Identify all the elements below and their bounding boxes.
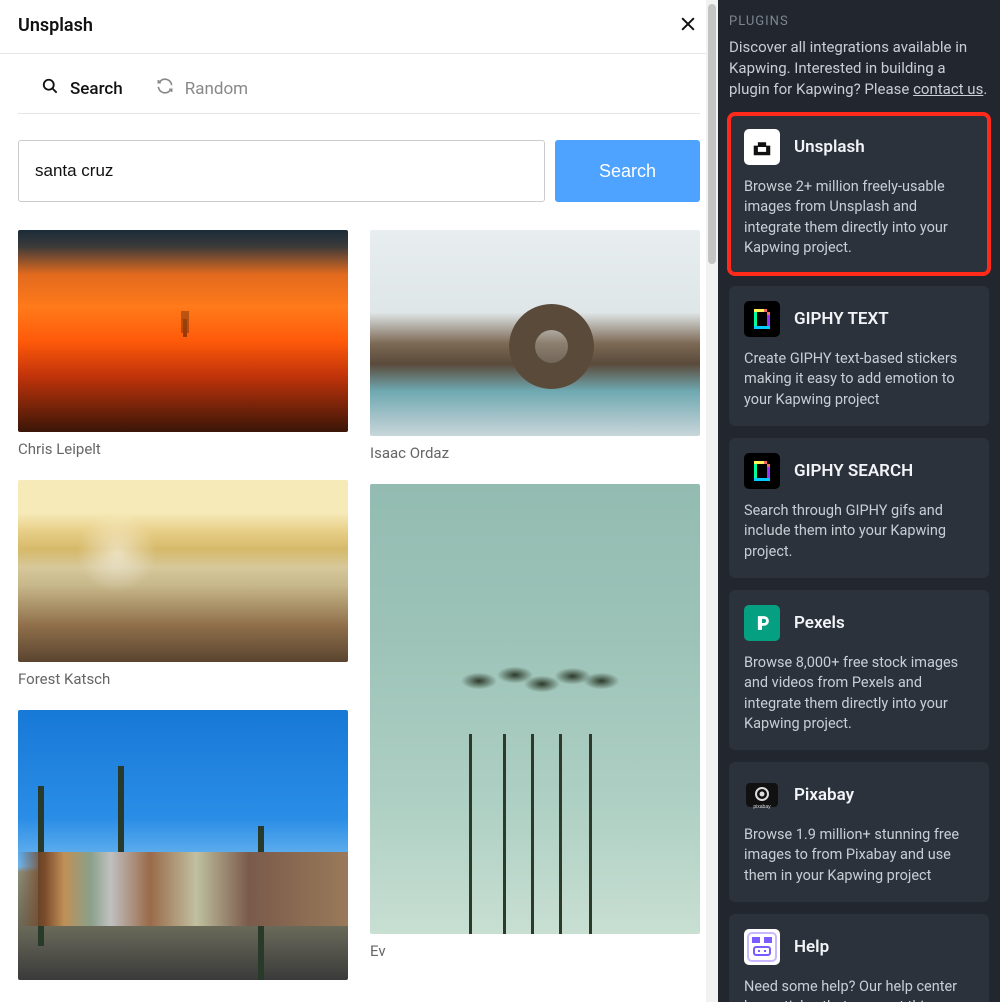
- unsplash-icon: [744, 129, 780, 165]
- panel-body: Search Random Search Chris Leipelt: [0, 54, 718, 1002]
- scrollbar[interactable]: [706, 0, 718, 1002]
- close-button[interactable]: [676, 12, 700, 39]
- result-author: Chris Leipelt: [18, 440, 348, 458]
- panel-header: Unsplash: [0, 0, 718, 54]
- plugin-description: Create GIPHY text-based stickers making …: [744, 349, 974, 410]
- plugin-card-giphy-text[interactable]: GIPHY TEXT Create GIPHY text-based stick…: [729, 286, 989, 426]
- result-thumbnail[interactable]: [18, 230, 348, 432]
- results-column-1: Chris Leipelt Forest Katsch: [18, 230, 348, 1002]
- plugin-card-unsplash[interactable]: Unsplash Browse 2+ million freely-usable…: [729, 114, 989, 274]
- result-author: Isaac Ordaz: [370, 444, 700, 462]
- results-column-2: Isaac Ordaz Ev: [370, 230, 700, 1002]
- result-author: Ev: [370, 942, 700, 960]
- result-item[interactable]: Isaac Ordaz: [370, 230, 700, 462]
- plugin-description: Browse 8,000+ free stock images and vide…: [744, 653, 974, 734]
- plugin-description: Browse 2+ million freely-usable images f…: [744, 177, 974, 258]
- panel-title: Unsplash: [18, 15, 93, 36]
- plugin-head: Help: [744, 929, 974, 965]
- plugin-head: Pexels: [744, 605, 974, 641]
- plugins-heading: PLUGINS: [729, 14, 989, 29]
- plugin-description: Search through GIPHY gifs and include th…: [744, 501, 974, 562]
- pixabay-icon: pixabay: [744, 777, 780, 813]
- pexels-icon: [744, 605, 780, 641]
- svg-text:pixabay: pixabay: [753, 804, 771, 810]
- plugin-name: GIPHY TEXT: [794, 309, 889, 329]
- tab-random-label: Random: [185, 79, 248, 99]
- tab-search[interactable]: Search: [40, 76, 123, 101]
- result-thumbnail[interactable]: [370, 484, 700, 934]
- scrollbar-thumb[interactable]: [708, 4, 716, 264]
- plugins-desc-suffix: .: [983, 80, 987, 98]
- result-item[interactable]: Ev: [370, 484, 700, 960]
- result-thumbnail[interactable]: [18, 710, 348, 980]
- plugin-head: GIPHY SEARCH: [744, 453, 974, 489]
- refresh-icon: [155, 76, 175, 101]
- plugin-name: Pixabay: [794, 785, 854, 805]
- plugin-description: Browse 1.9 million+ stunning free images…: [744, 825, 974, 886]
- tab-search-label: Search: [70, 79, 123, 99]
- plugins-description: Discover all integrations available in K…: [729, 37, 989, 100]
- result-item[interactable]: [18, 710, 348, 980]
- plugin-head: GIPHY TEXT: [744, 301, 974, 337]
- result-thumbnail[interactable]: [18, 480, 348, 662]
- result-item[interactable]: Chris Leipelt: [18, 230, 348, 458]
- results-grid: Chris Leipelt Forest Katsch Isaac Ordaz: [18, 230, 700, 1002]
- plugin-head: pixabay Pixabay: [744, 777, 974, 813]
- plugins-sidebar: PLUGINS Discover all integrations availa…: [718, 0, 1000, 1002]
- plugin-card-help[interactable]: Help Need some help? Our help center has…: [729, 914, 989, 1002]
- plugin-name: Unsplash: [794, 137, 865, 157]
- giphy-search-icon: [744, 453, 780, 489]
- plugin-description: Need some help? Our help center has arti…: [744, 977, 974, 1002]
- plugin-head: Unsplash: [744, 129, 974, 165]
- result-item[interactable]: Forest Katsch: [18, 480, 348, 688]
- tab-random[interactable]: Random: [155, 76, 248, 101]
- plugin-card-pixabay[interactable]: pixabay Pixabay Browse 1.9 million+ stun…: [729, 762, 989, 902]
- giphy-text-icon: [744, 301, 780, 337]
- plugin-card-pexels[interactable]: Pexels Browse 8,000+ free stock images a…: [729, 590, 989, 750]
- search-input[interactable]: [18, 140, 545, 202]
- tabs: Search Random: [18, 76, 700, 114]
- help-icon: [744, 929, 780, 965]
- result-author: Forest Katsch: [18, 670, 348, 688]
- plugin-card-giphy-search[interactable]: GIPHY SEARCH Search through GIPHY gifs a…: [729, 438, 989, 578]
- plugin-name: Help: [794, 937, 829, 957]
- contact-us-link[interactable]: contact us: [913, 80, 983, 98]
- search-button[interactable]: Search: [555, 140, 700, 202]
- search-row: Search: [18, 140, 700, 202]
- search-icon: [40, 76, 60, 101]
- close-icon: [678, 22, 698, 37]
- unsplash-panel: Unsplash Search Random Search: [0, 0, 718, 1002]
- plugin-name: Pexels: [794, 613, 845, 633]
- result-thumbnail[interactable]: [370, 230, 700, 436]
- plugin-name: GIPHY SEARCH: [794, 461, 913, 481]
